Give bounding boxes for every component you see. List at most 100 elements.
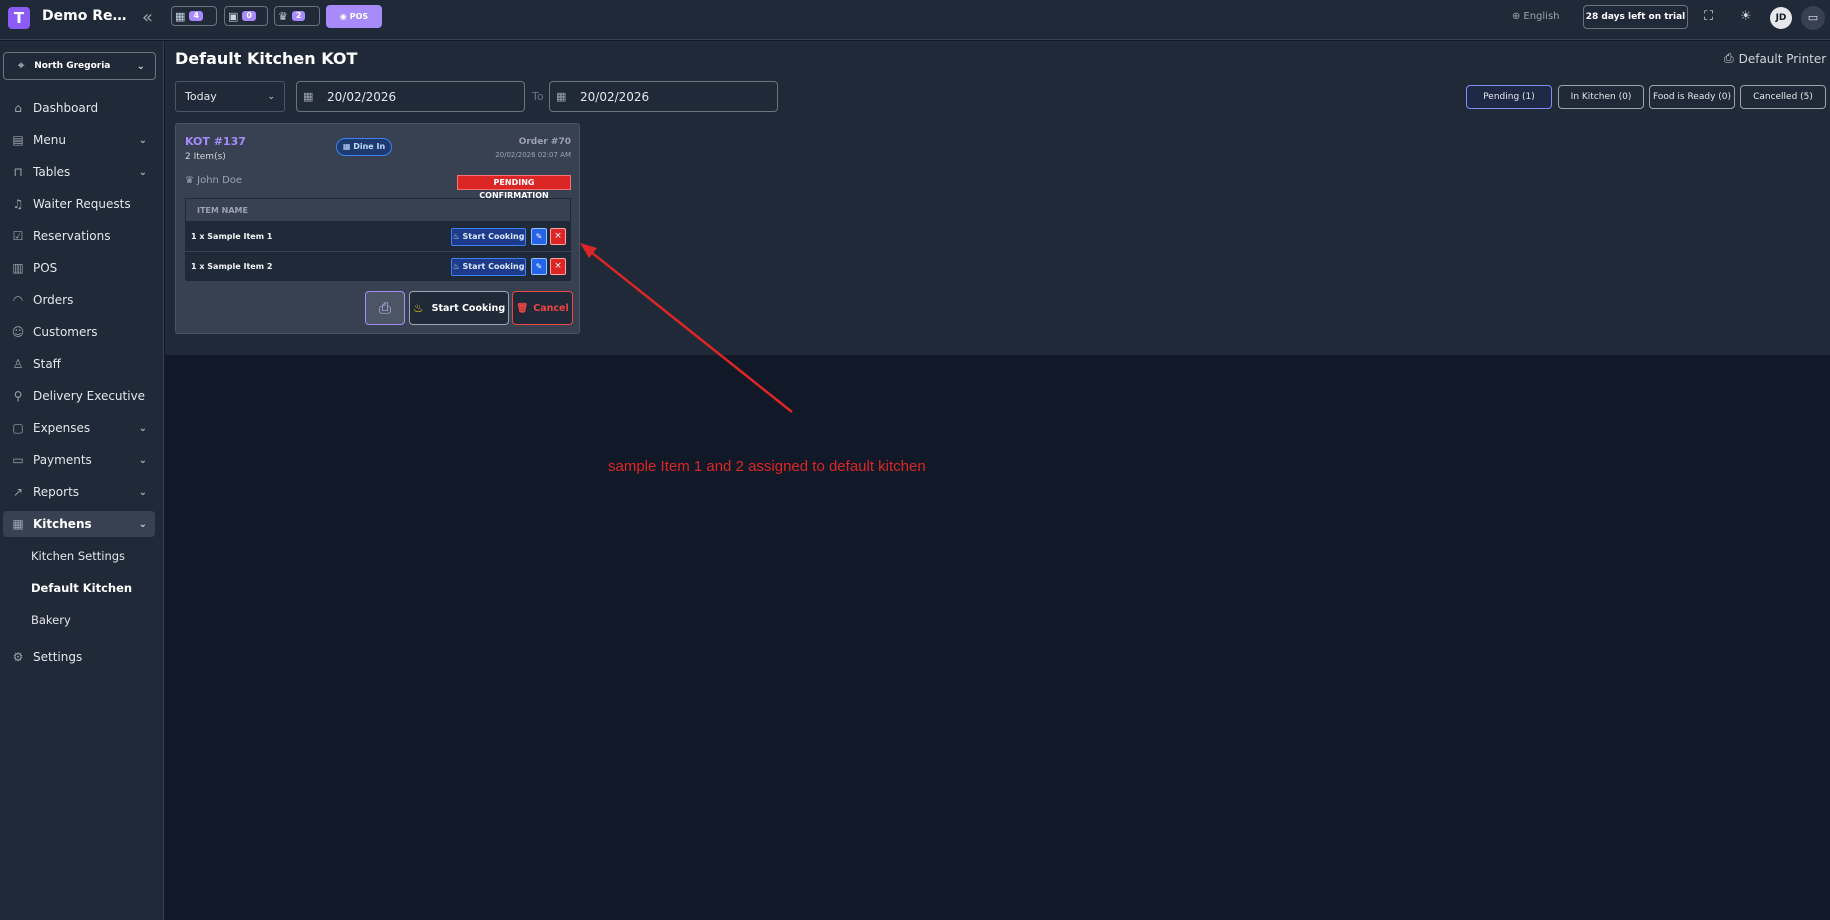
sidebar-item-delivery-executive[interactable]: ⚲ Delivery Executive <box>3 383 155 409</box>
reservations-chip[interactable]: ▣ 0 <box>224 6 268 26</box>
language-selector[interactable]: ⊕ English <box>1512 11 1560 22</box>
table-icon: ⊓ <box>13 165 23 179</box>
column-header: ITEM NAME <box>185 198 571 222</box>
filter-cancelled[interactable]: Cancelled (5) <box>1740 85 1826 109</box>
waiter-requests-chip[interactable]: ♛ 2 <box>274 6 320 26</box>
sidebar-item-label: Expenses <box>33 421 91 435</box>
scooter-icon: ⚲ <box>13 389 23 403</box>
sidebar-item-label: Kitchens <box>33 517 92 531</box>
calendar-icon: ▦ <box>303 90 314 103</box>
sidebar-item-label: Menu <box>33 133 66 147</box>
sidebar-item-label: Orders <box>33 293 74 307</box>
collapse-sidebar-icon[interactable]: « <box>142 7 153 28</box>
order-type-label: Dine In <box>353 142 386 151</box>
pos-label: POS <box>349 12 369 21</box>
order-time: 20/02/2026 02:07 AM <box>495 151 571 159</box>
folder-icon: ▭ <box>12 453 24 467</box>
sidebar-item-label: Reports <box>33 485 80 499</box>
close-icon[interactable]: × <box>550 258 566 275</box>
trial-button[interactable]: 28 days left on trial <box>1583 5 1688 29</box>
edit-icon[interactable]: ✎ <box>531 258 547 275</box>
filter-pending[interactable]: Pending (1) <box>1466 85 1552 109</box>
date-range-select[interactable]: Today ⌄ <box>175 81 285 112</box>
sidebar-subitem-kitchen-settings[interactable]: Kitchen Settings <box>31 549 125 563</box>
to-date-input[interactable]: ▦ 20/02/2026 <box>549 81 778 112</box>
reservations-count-badge: 0 <box>242 11 256 21</box>
order-number: Order #70 <box>518 137 571 147</box>
sidebar-item-label: Dashboard <box>33 101 99 115</box>
pos-button[interactable]: ◉ POS <box>326 5 382 28</box>
language-label: English <box>1523 11 1560 22</box>
waiter-icon: ♛ <box>278 9 288 23</box>
location-pin-icon: ⌖ <box>18 59 25 72</box>
sidebar-item-label: Reservations <box>33 229 111 243</box>
cancel-kot-button[interactable]: 🗑 Cancel <box>512 291 573 325</box>
waiter-count-badge: 2 <box>291 11 306 21</box>
gear-icon: ⚙ <box>12 650 24 664</box>
monitor-icon[interactable]: ▭ <box>1801 6 1825 30</box>
chart-icon: ↗ <box>12 485 24 499</box>
start-cooking-all-button[interactable]: ♨ Start Cooking <box>409 291 509 325</box>
print-kot-button[interactable]: ⎙ <box>365 291 405 325</box>
waiter-label: John Doe <box>197 175 243 186</box>
sidebar-item-customers[interactable]: ☺ Customers <box>3 319 155 345</box>
kot-number: KOT #137 <box>185 135 246 148</box>
pos-icon: ▥ <box>12 261 24 275</box>
cook-icon: ♨ <box>452 262 460 271</box>
start-cooking-label: Start Cooking <box>462 262 525 271</box>
sidebar-item-label: Settings <box>33 650 83 664</box>
sidebar-subitem-bakery[interactable]: Bakery <box>31 613 71 627</box>
sidebar-item-pos[interactable]: ▥ POS <box>3 255 155 281</box>
start-cooking-button[interactable]: ♨ Start Cooking <box>451 228 526 246</box>
fullscreen-icon[interactable]: ⛶ <box>1704 9 1713 24</box>
app-logo: T <box>8 7 30 29</box>
printer-icon: ⎙ <box>378 299 391 317</box>
edit-icon[interactable]: ✎ <box>531 228 547 245</box>
sidebar-item-dashboard[interactable]: ⌂ Dashboard <box>3 95 155 121</box>
sidebar-item-orders[interactable]: ◠ Orders <box>3 287 155 313</box>
waiter-icon: ♛ <box>185 175 194 186</box>
branch-selector[interactable]: ⌖ North Gregoria ⌄ <box>3 52 156 80</box>
tables-chip[interactable]: ▦ 4 <box>171 6 217 26</box>
close-icon[interactable]: × <box>550 228 566 245</box>
sun-icon[interactable]: ☀ <box>1740 9 1752 24</box>
from-date-input[interactable]: ▦ 20/02/2026 <box>296 81 525 112</box>
printer-icon: ⎙ <box>1724 51 1734 65</box>
avatar[interactable]: JD <box>1770 7 1792 29</box>
sidebar-item-label: POS <box>33 261 58 275</box>
calendar-check-icon: ☑ <box>12 229 24 243</box>
branch-name: North Gregoria <box>34 61 111 71</box>
filter-in-kitchen[interactable]: In Kitchen (0) <box>1558 85 1644 109</box>
sidebar-item-payments[interactable]: ▭ Payments ⌄ <box>3 447 155 473</box>
page-title: Default Kitchen KOT <box>175 49 358 68</box>
sidebar-subitem-default-kitchen[interactable]: Default Kitchen <box>31 581 132 595</box>
start-cooking-label: Start Cooking <box>431 302 506 314</box>
calendar-icon: ▣ <box>228 9 239 23</box>
chevron-down-icon: ⌄ <box>138 518 147 530</box>
pos-icon: ◉ <box>339 12 347 21</box>
sidebar-item-label: Waiter Requests <box>33 197 131 211</box>
bell-icon: ♫ <box>12 197 24 211</box>
sidebar-item-expenses[interactable]: ▢ Expenses ⌄ <box>3 415 155 441</box>
filter-food-ready[interactable]: Food is Ready (0) <box>1649 85 1735 109</box>
default-printer-button[interactable]: ⎙ Default Printer <box>1724 51 1826 66</box>
cook-icon: ♨ <box>452 232 460 241</box>
sidebar-item-staff[interactable]: ♙ Staff <box>3 351 155 377</box>
table-row: 1 x Sample Item 1 ♨ Start Cooking ✎ × <box>185 222 571 252</box>
sidebar-item-tables[interactable]: ⊓ Tables ⌄ <box>3 159 155 185</box>
trash-icon: 🗑 <box>516 302 529 314</box>
calendar-icon: ▦ <box>556 90 567 103</box>
chevron-down-icon: ⌄ <box>138 134 147 146</box>
sidebar-item-waiter-requests[interactable]: ♫ Waiter Requests <box>3 191 155 217</box>
sidebar-item-reports[interactable]: ↗ Reports ⌄ <box>3 479 155 505</box>
kitchen-icon: ▦ <box>12 517 24 531</box>
chevron-down-icon: ⌄ <box>138 486 147 498</box>
globe-icon: ⊕ <box>1512 11 1521 22</box>
sidebar-item-kitchens[interactable]: ▦ Kitchens ⌄ <box>3 511 155 537</box>
item-name: 1 x Sample Item 1 <box>191 232 273 241</box>
sidebar-item-settings[interactable]: ⚙ Settings <box>3 644 155 670</box>
sidebar-item-menu[interactable]: ▤ Menu ⌄ <box>3 127 155 153</box>
cook-icon: ♨ <box>412 301 424 315</box>
start-cooking-button[interactable]: ♨ Start Cooking <box>451 258 526 276</box>
sidebar-item-reservations[interactable]: ☑ Reservations <box>3 223 155 249</box>
